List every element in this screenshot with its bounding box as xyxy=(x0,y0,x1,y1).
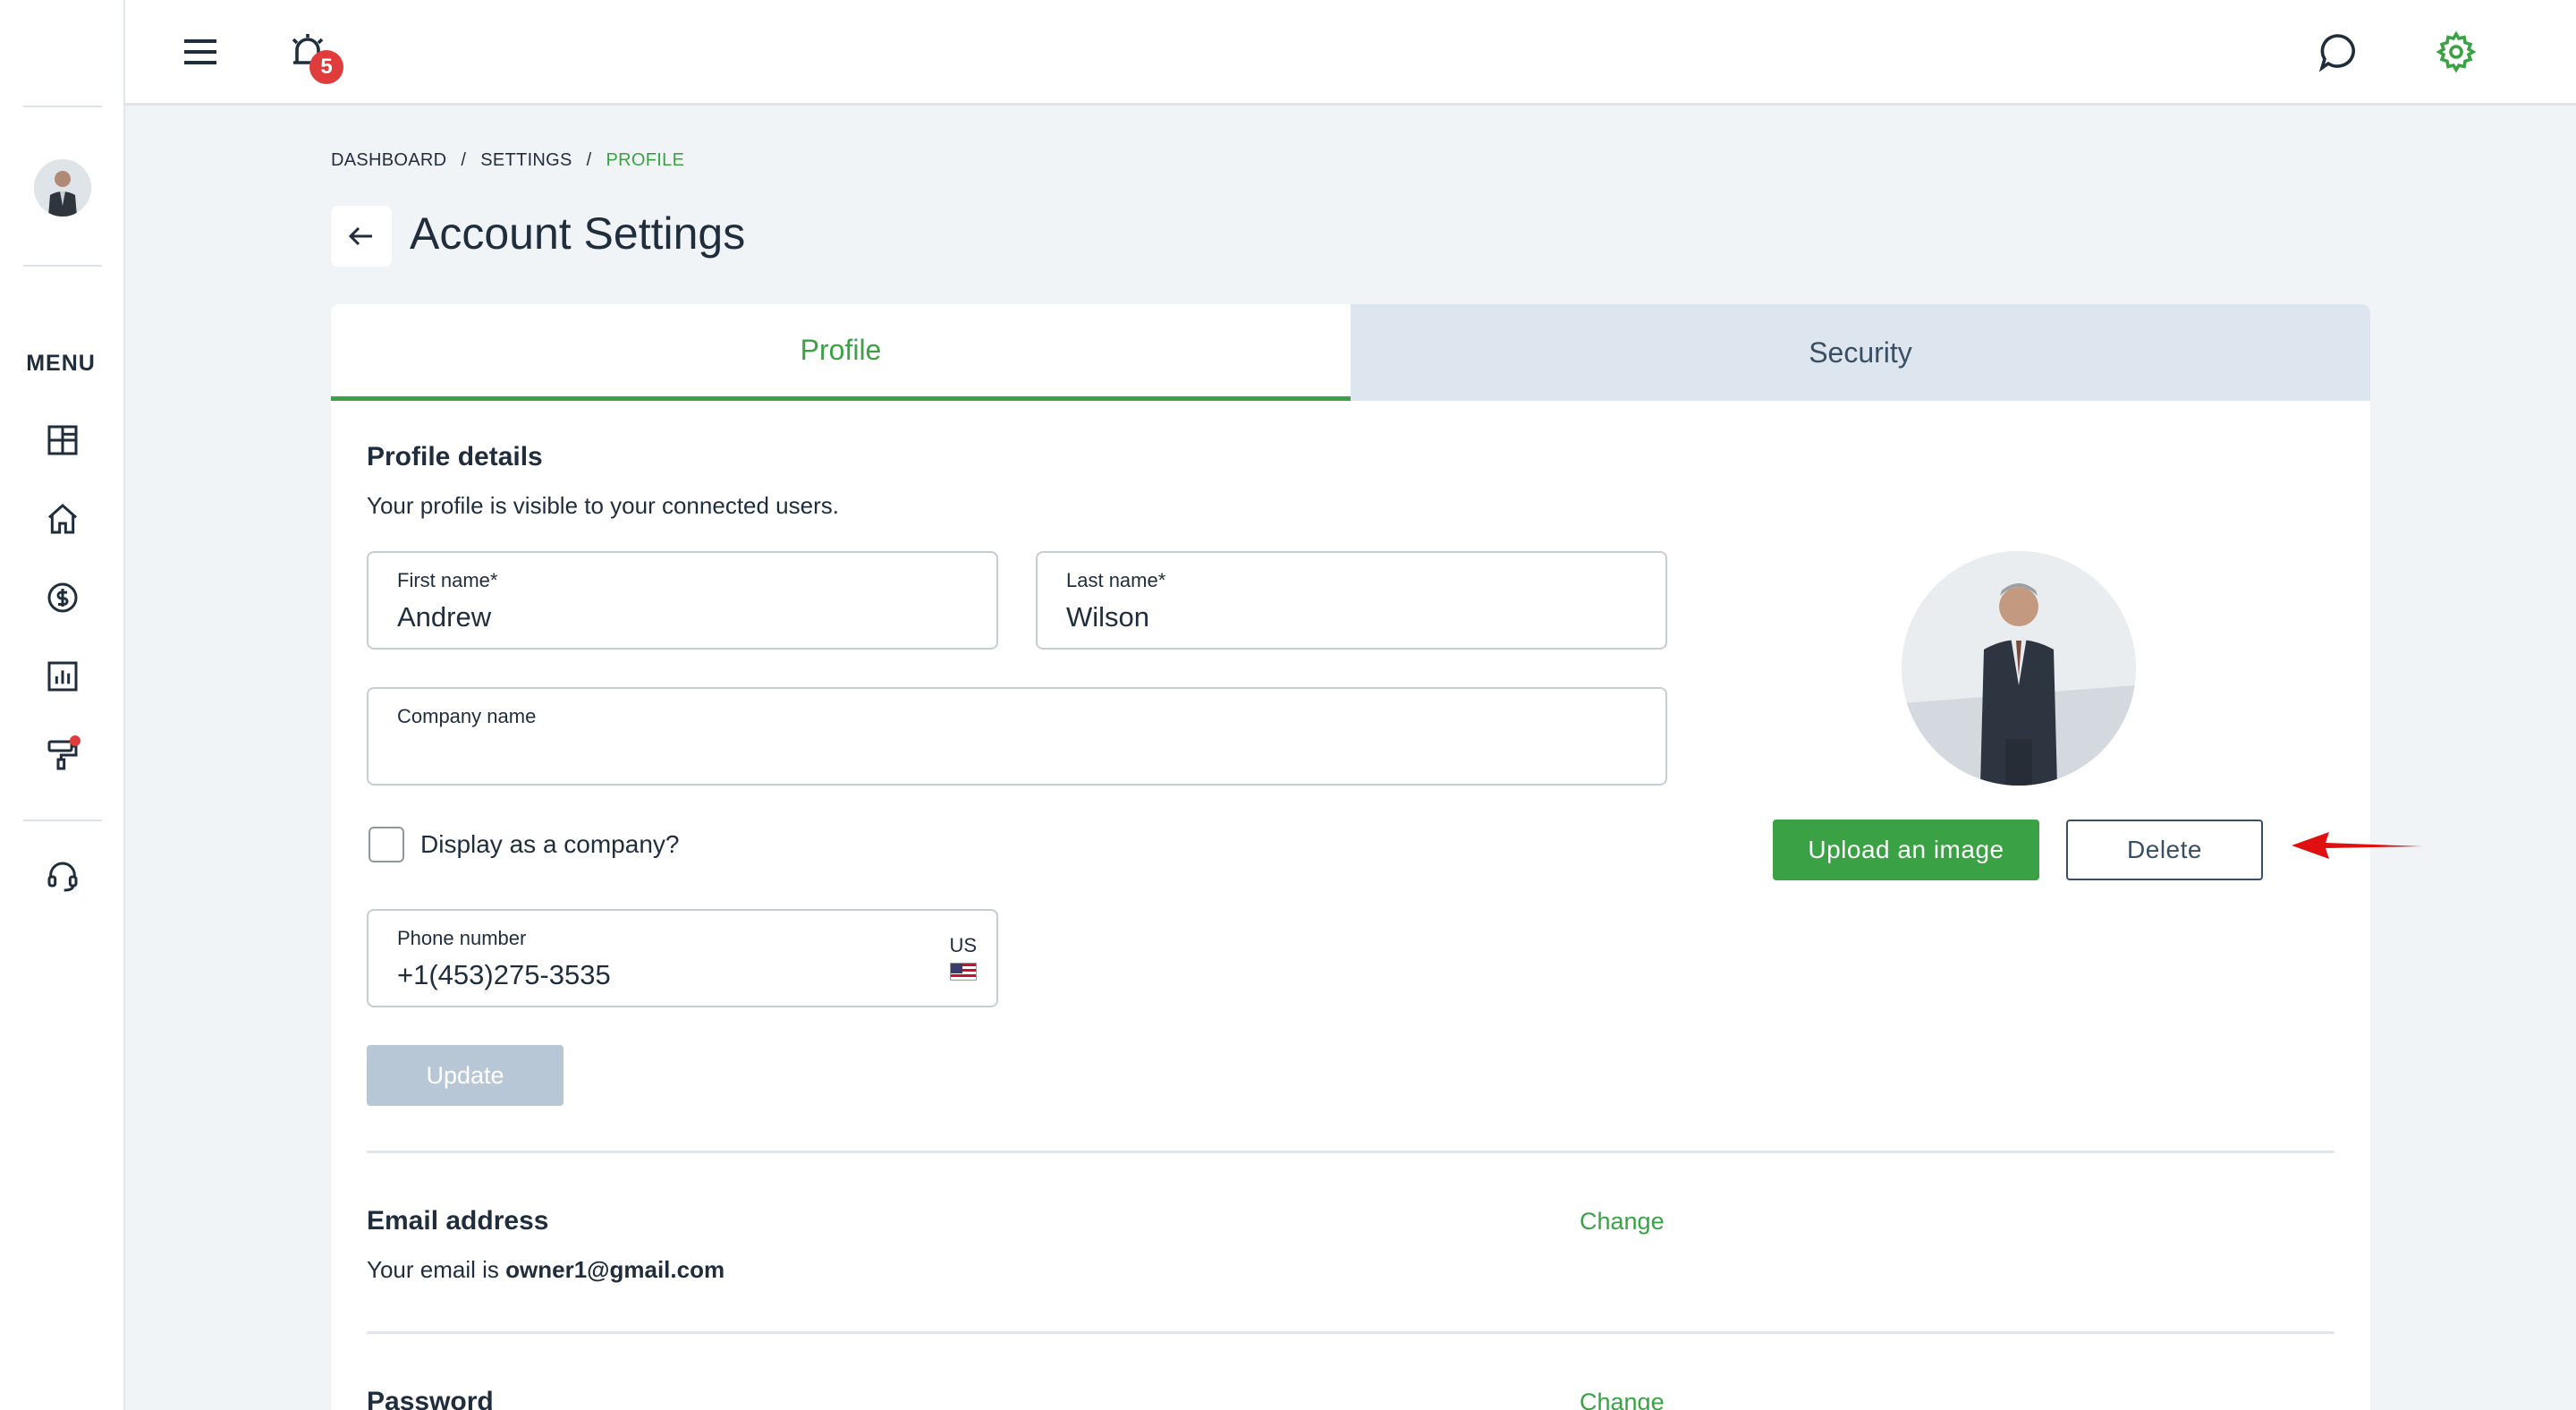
top-bar: 5 xyxy=(125,0,2576,106)
breadcrumb-profile: PROFILE xyxy=(606,150,685,170)
section-divider xyxy=(367,1151,2334,1153)
dashboard-icon xyxy=(47,425,78,455)
change-email-link[interactable]: Change xyxy=(1580,1208,1665,1236)
sidebar-divider xyxy=(23,265,102,267)
email-description: Your email is owner1@gmail.com xyxy=(367,1256,724,1284)
tab-security[interactable]: Security xyxy=(1351,304,2370,401)
upload-image-button[interactable]: Upload an image xyxy=(1773,820,2039,880)
breadcrumb-settings[interactable]: SETTINGS xyxy=(480,150,572,171)
first-name-value: Andrew xyxy=(397,601,492,633)
chat-button[interactable] xyxy=(2309,23,2367,81)
last-name-field[interactable]: Last name* Wilson xyxy=(1036,551,1667,650)
notifications-button[interactable]: 5 xyxy=(279,23,343,84)
sidebar-menu-label: MENU xyxy=(26,351,96,376)
profile-avatar xyxy=(1902,551,2136,786)
sidebar-item-customize[interactable] xyxy=(39,732,86,778)
breadcrumb-separator: / xyxy=(461,150,467,170)
last-name-value: Wilson xyxy=(1066,601,1150,633)
gear-icon xyxy=(2436,30,2477,73)
page-title: Account Settings xyxy=(410,208,746,259)
us-flag-icon xyxy=(949,963,977,981)
chat-bubble-icon xyxy=(2318,34,2355,72)
sidebar-item-reports[interactable] xyxy=(39,653,86,700)
back-button[interactable] xyxy=(331,206,392,267)
notification-count-badge: 5 xyxy=(309,50,343,84)
sidebar-item-home[interactable] xyxy=(39,496,86,542)
section-divider xyxy=(367,1331,2334,1334)
first-name-field[interactable]: First name* Andrew xyxy=(367,551,998,650)
sidebar-item-support[interactable] xyxy=(39,854,86,900)
breadcrumb: DASHBOARD / SETTINGS / PROFILE xyxy=(331,150,684,171)
phone-number-label: Phone number xyxy=(397,927,527,949)
support-headset-icon xyxy=(47,862,78,892)
annotation-arrow-icon xyxy=(2292,832,2422,859)
country-code: US xyxy=(949,934,977,956)
company-name-field[interactable]: Company name xyxy=(367,687,1667,786)
arrow-left-icon xyxy=(348,226,372,246)
password-section-title: Password xyxy=(367,1387,494,1410)
email-prefix: Your email is xyxy=(367,1256,506,1283)
sidebar-divider xyxy=(23,820,102,821)
display-as-company-label: Display as a company? xyxy=(420,830,680,858)
email-value: owner1@gmail.com xyxy=(505,1256,725,1283)
sidebar-item-dashboard[interactable] xyxy=(39,417,86,463)
breadcrumb-separator: / xyxy=(586,150,592,170)
hamburger-icon xyxy=(184,39,216,64)
sidebar-avatar[interactable] xyxy=(34,159,91,217)
sidebar: MENU xyxy=(0,0,125,1410)
home-icon xyxy=(48,503,77,534)
settings-button[interactable] xyxy=(2428,23,2485,81)
breadcrumb-dashboard[interactable]: DASHBOARD xyxy=(331,150,446,171)
profile-details-title: Profile details xyxy=(367,442,543,471)
update-button[interactable]: Update xyxy=(367,1045,564,1106)
profile-details-subtitle: Your profile is visible to your connecte… xyxy=(367,492,839,519)
notification-dot xyxy=(70,735,80,746)
phone-number-value: +1(453)275-3535 xyxy=(397,959,611,990)
sidebar-item-billing[interactable] xyxy=(39,574,86,621)
hamburger-menu-button[interactable] xyxy=(172,23,229,81)
settings-card: Profile Security Profile details Your pr… xyxy=(331,304,2370,1410)
last-name-label: Last name* xyxy=(1066,569,1166,591)
change-password-link[interactable]: Change xyxy=(1580,1389,1665,1410)
bar-chart-icon xyxy=(47,661,78,692)
tab-profile[interactable]: Profile xyxy=(331,304,1351,401)
country-selector[interactable]: US xyxy=(949,934,977,981)
company-name-label: Company name xyxy=(397,705,537,727)
dollar-icon xyxy=(47,582,78,613)
display-as-company-checkbox[interactable] xyxy=(369,827,404,862)
phone-number-field[interactable]: Phone number +1(453)275-3535 US xyxy=(367,909,998,1007)
delete-image-button[interactable]: Delete xyxy=(2066,820,2263,880)
email-section-title: Email address xyxy=(367,1206,549,1236)
first-name-label: First name* xyxy=(397,569,498,591)
sidebar-divider xyxy=(23,106,102,107)
